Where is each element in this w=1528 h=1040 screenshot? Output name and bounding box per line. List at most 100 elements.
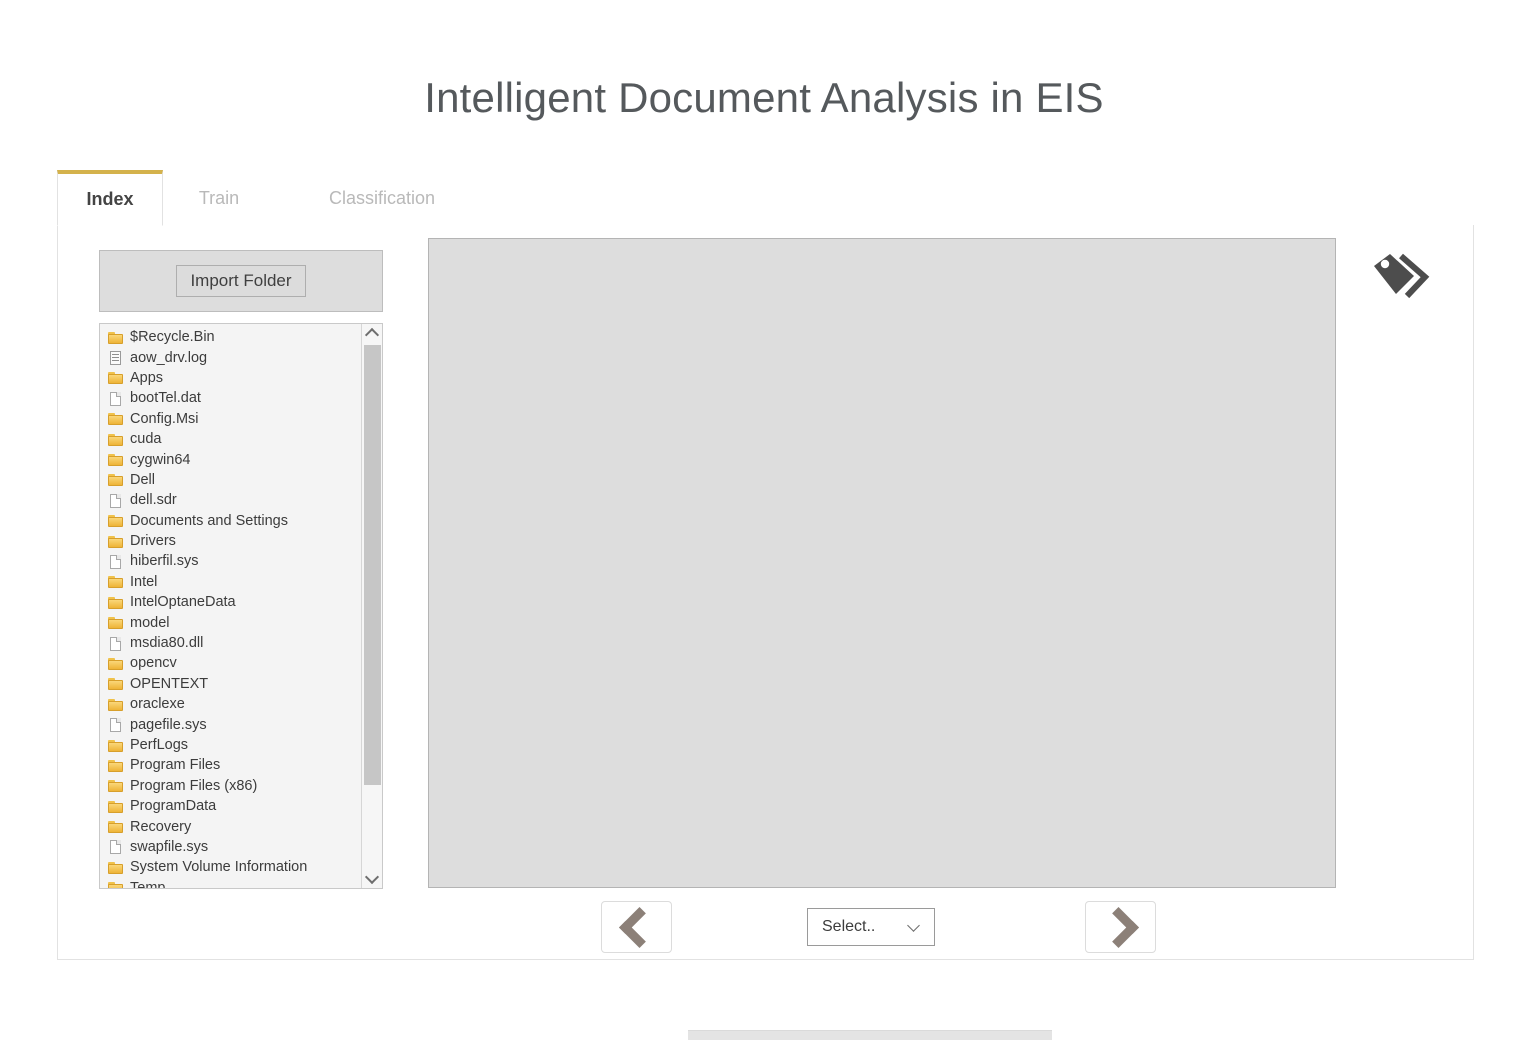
folder-icon [108, 371, 123, 385]
tab-train-label: Train [198, 187, 240, 208]
file-list-item[interactable]: Apps [100, 368, 362, 388]
folder-icon [108, 616, 123, 630]
file-list-item[interactable]: model [100, 612, 362, 632]
file-list-item-label: hiberfil.sys [130, 553, 199, 570]
file-list-item[interactable]: cygwin64 [100, 449, 362, 469]
import-folder-panel: Import Folder [99, 250, 383, 312]
file-icon [108, 718, 123, 733]
file-icon [108, 636, 123, 651]
folder-icon [108, 575, 123, 589]
next-page-button[interactable] [1085, 901, 1156, 953]
page-select-value: Select.. [822, 918, 876, 935]
file-list-item-label: pagefile.sys [130, 716, 207, 733]
file-list-item-label: Program Files [130, 757, 221, 774]
file-list-item[interactable]: oraclexe [100, 694, 362, 714]
file-list-item[interactable]: Temp [100, 878, 362, 888]
previous-page-button[interactable] [601, 901, 672, 953]
file-list-item[interactable]: IntelOptaneData [100, 592, 362, 612]
folder-icon [108, 535, 123, 548]
file-list-item[interactable]: hiberfil.sys [100, 551, 362, 571]
file-list-item[interactable]: Drivers [100, 531, 362, 551]
folder-icon [108, 881, 123, 888]
folder-icon [108, 759, 123, 772]
folder-icon [108, 657, 123, 670]
folder-icon [108, 453, 123, 467]
chevron-up-icon [364, 327, 380, 343]
file-list-item[interactable]: Program Files (x86) [100, 776, 362, 796]
file-list-item-label: IntelOptaneData [130, 594, 236, 611]
file-list-item-label: oraclexe [130, 696, 185, 713]
file-list-item-label: Documents and Settings [130, 512, 288, 529]
file-list-item[interactable]: $Recycle.Bin [100, 327, 362, 347]
file-list-item[interactable]: ProgramData [100, 796, 362, 816]
folder-icon [108, 739, 123, 752]
file-list-item[interactable]: msdia80.dll [100, 633, 362, 653]
tags-icon[interactable] [1368, 250, 1438, 306]
file-icon [108, 554, 123, 569]
file-list-item[interactable]: dell.sdr [100, 490, 362, 510]
tab-train[interactable]: Train [163, 170, 275, 226]
file-list-item[interactable]: cuda [100, 429, 362, 449]
file-list[interactable]: $Recycle.Bin aow_drv.log Apps bootTel.dat Co… [100, 324, 362, 888]
file-list-item-label: bootTel.dat [130, 390, 201, 407]
file-list-item-label: cygwin64 [130, 451, 191, 468]
file-list-scrollbar[interactable] [361, 324, 382, 888]
file-list-item[interactable]: OPENTEXT [100, 674, 362, 694]
scrollbar-thumb[interactable] [364, 345, 381, 785]
file-list-item[interactable]: Dell [100, 470, 362, 490]
file-list-item-label: Program Files (x86) [130, 777, 258, 794]
file-list-item-label: $Recycle.Bin [130, 329, 215, 346]
document-preview-area[interactable] [428, 238, 1336, 888]
folder-icon [108, 677, 123, 691]
folder-icon [108, 473, 123, 487]
chevron-left-icon [618, 906, 660, 948]
file-list-item[interactable]: Recovery [100, 816, 362, 836]
file-list-item-label: Drivers [130, 533, 176, 550]
file-list-item-label: PerfLogs [130, 737, 189, 753]
file-icon [108, 493, 123, 508]
file-list-item[interactable]: opencv [100, 653, 362, 673]
scroll-up-arrow-icon[interactable] [362, 324, 382, 343]
folder-icon [108, 698, 123, 711]
tab-bar: Index Train Classification [57, 170, 1474, 226]
file-list-item-label: model [130, 614, 170, 631]
folder-icon [108, 514, 123, 528]
page-title: Intelligent Document Analysis in EIS [424, 74, 1104, 121]
page-select-dropdown[interactable]: Select.. [807, 908, 935, 946]
file-list-item[interactable]: Config.Msi [100, 409, 362, 429]
file-list-item-label: Recovery [130, 818, 192, 835]
folder-icon [108, 433, 123, 446]
tab-index[interactable]: Index [57, 170, 163, 226]
file-list-item[interactable]: System Volume Information [100, 857, 362, 877]
folder-icon [108, 779, 123, 793]
file-list-item-label: dell.sdr [130, 492, 177, 509]
tab-index-label: Index [86, 189, 134, 209]
folder-icon [108, 820, 123, 834]
file-list-item-label: Apps [130, 369, 164, 386]
file-list-item[interactable]: Program Files [100, 755, 362, 775]
file-list-item-label: opencv [130, 655, 177, 672]
file-list-item-label: OPENTEXT [130, 675, 209, 692]
file-list-item[interactable]: Documents and Settings [100, 511, 362, 531]
file-list-item[interactable]: aow_drv.log [100, 347, 362, 367]
file-list-item-label: Temp [130, 879, 166, 888]
file-list-item[interactable]: Intel [100, 572, 362, 592]
tab-classification[interactable]: Classification [275, 170, 489, 226]
chevron-down-icon [907, 918, 920, 932]
file-list-item[interactable]: pagefile.sys [100, 714, 362, 734]
import-folder-button[interactable]: Import Folder [176, 264, 306, 298]
file-list-item-label: swapfile.sys [130, 838, 209, 855]
file-list-item-label: msdia80.dll [130, 635, 204, 652]
tab-classification-label: Classification [328, 187, 436, 208]
chevron-right-icon [1097, 906, 1139, 948]
file-list-item[interactable]: PerfLogs [100, 735, 362, 755]
scroll-down-arrow-icon[interactable] [362, 869, 382, 888]
folder-icon [108, 331, 123, 344]
file-list-item[interactable]: bootTel.dat [100, 388, 362, 408]
file-list-item-label: Intel [130, 573, 158, 590]
file-list-item[interactable]: swapfile.sys [100, 837, 362, 857]
folder-icon [108, 596, 123, 609]
folder-icon [108, 412, 123, 426]
document-icon [108, 351, 123, 366]
file-list-item-label: Dell [130, 471, 155, 488]
